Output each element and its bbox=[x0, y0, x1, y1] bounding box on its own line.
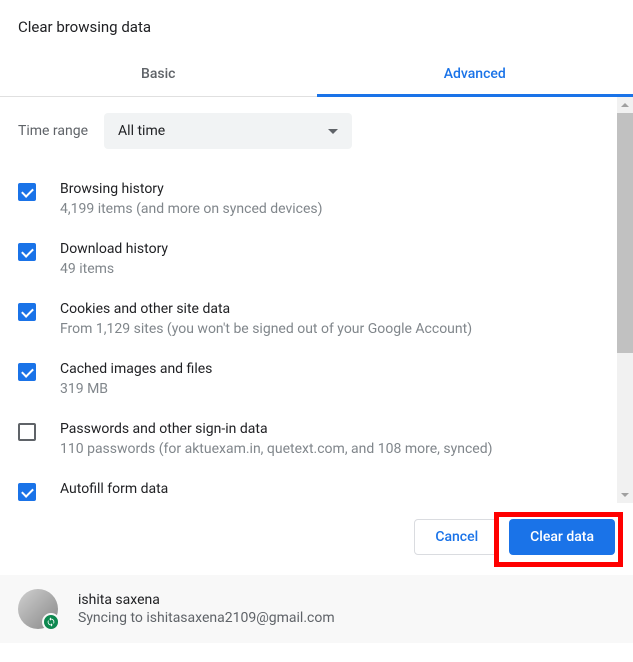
time-range-label: Time range bbox=[18, 123, 88, 139]
scrollbar-up-icon[interactable] bbox=[617, 97, 633, 113]
content-wrap: Time range All time Browsing history 4,1… bbox=[0, 97, 633, 503]
tab-advanced[interactable]: Advanced bbox=[317, 54, 633, 96]
scrollbar[interactable] bbox=[617, 97, 633, 503]
checkbox-cached[interactable] bbox=[18, 363, 36, 381]
item-content: Download history 49 items bbox=[60, 241, 615, 277]
button-row: Cancel Clear data bbox=[0, 503, 633, 575]
checkbox-browsing-history[interactable] bbox=[18, 183, 36, 201]
checkbox-download-history[interactable] bbox=[18, 243, 36, 261]
time-range-value: All time bbox=[118, 123, 165, 139]
item-cookies: Cookies and other site data From 1,129 s… bbox=[18, 301, 615, 337]
scrollbar-thumb[interactable] bbox=[617, 113, 633, 353]
time-range-select[interactable]: All time bbox=[104, 113, 352, 149]
footer-text: ishita saxena Syncing to ishitasaxena210… bbox=[78, 592, 335, 626]
footer: ishita saxena Syncing to ishitasaxena210… bbox=[0, 575, 633, 643]
item-download-history: Download history 49 items bbox=[18, 241, 615, 277]
dialog-title: Clear browsing data bbox=[0, 0, 633, 54]
clear-data-button[interactable]: Clear data bbox=[509, 519, 615, 555]
item-title: Cookies and other site data bbox=[60, 301, 615, 317]
avatar bbox=[18, 589, 58, 629]
checkbox-cookies[interactable] bbox=[18, 303, 36, 321]
item-autofill: Autofill form data bbox=[18, 481, 615, 501]
item-desc: From 1,129 sites (you won't be signed ou… bbox=[60, 321, 615, 337]
sync-status: Syncing to ishitasaxena2109@gmail.com bbox=[78, 610, 335, 626]
item-content: Cached images and files 319 MB bbox=[60, 361, 615, 397]
item-title: Cached images and files bbox=[60, 361, 615, 377]
cancel-button[interactable]: Cancel bbox=[414, 519, 499, 555]
sync-icon bbox=[42, 613, 60, 631]
item-title: Browsing history bbox=[60, 181, 615, 197]
chevron-down-icon bbox=[328, 129, 338, 134]
scrollbar-down-icon[interactable] bbox=[617, 487, 633, 503]
item-content: Autofill form data bbox=[60, 481, 615, 501]
time-range-row: Time range All time bbox=[18, 113, 615, 149]
item-desc: 319 MB bbox=[60, 381, 615, 397]
checkbox-passwords[interactable] bbox=[18, 423, 36, 441]
item-content: Passwords and other sign-in data 110 pas… bbox=[60, 421, 615, 457]
item-title: Autofill form data bbox=[60, 481, 615, 497]
item-content: Cookies and other site data From 1,129 s… bbox=[60, 301, 615, 337]
item-desc: 110 passwords (for aktuexam.in, quetext.… bbox=[60, 441, 615, 457]
account-name: ishita saxena bbox=[78, 592, 335, 608]
item-desc: 4,199 items (and more on synced devices) bbox=[60, 201, 615, 217]
checkbox-autofill[interactable] bbox=[18, 483, 36, 501]
item-desc: 49 items bbox=[60, 261, 615, 277]
item-title: Passwords and other sign-in data bbox=[60, 421, 615, 437]
item-title: Download history bbox=[60, 241, 615, 257]
tabs: Basic Advanced bbox=[0, 54, 633, 97]
content-area: Time range All time Browsing history 4,1… bbox=[0, 97, 633, 503]
tab-basic[interactable]: Basic bbox=[0, 54, 317, 96]
item-cached: Cached images and files 319 MB bbox=[18, 361, 615, 397]
item-browsing-history: Browsing history 4,199 items (and more o… bbox=[18, 181, 615, 217]
item-content: Browsing history 4,199 items (and more o… bbox=[60, 181, 615, 217]
item-passwords: Passwords and other sign-in data 110 pas… bbox=[18, 421, 615, 457]
